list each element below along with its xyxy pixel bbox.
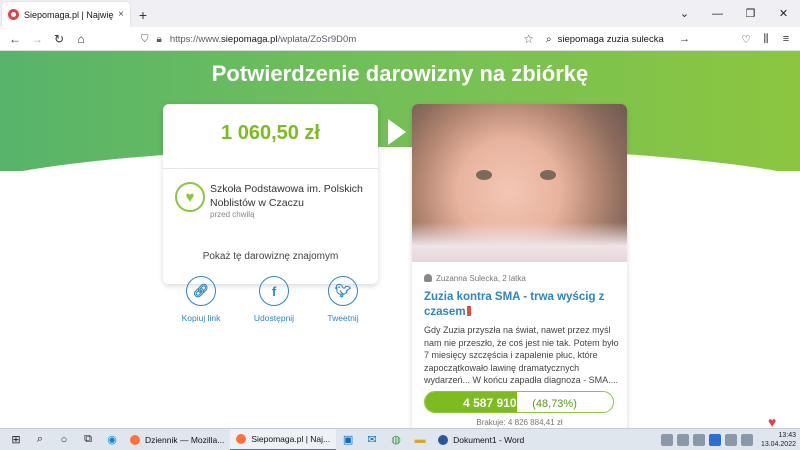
page-title: Potwierdzenie darowizny na zbiórkę	[211, 61, 589, 86]
file-explorer-icon[interactable]: ▬	[408, 429, 432, 450]
siepomaga-badge-icon[interactable]: ♥	[768, 414, 794, 428]
tab-title: Siepomaga.pl | Największy w P	[24, 9, 114, 20]
organization-name[interactable]: Szkoła Podstawowa im. Polskich Noblistów…	[210, 182, 370, 210]
clock-date: 13.04.2022	[760, 441, 796, 448]
network-icon[interactable]	[724, 434, 737, 446]
photo-eye-left	[476, 170, 492, 180]
tab-siepomaga[interactable]: Siepomaga.pl | Największy w P ×	[2, 2, 130, 27]
chrome-icon[interactable]: ◍	[384, 429, 408, 450]
facebook-icon: f	[259, 276, 289, 306]
close-window-icon[interactable]: ✕	[767, 0, 800, 27]
cortana-icon[interactable]: ○	[52, 429, 76, 450]
url-path: /wplata/ZoSr9D0m	[277, 33, 357, 45]
search-query: siepomaga zuzia sulecka	[557, 33, 664, 45]
author-name: Zuzanna Sulecka, 2 latka	[436, 274, 526, 283]
url-prefix: https://www.	[169, 33, 222, 45]
maximize-icon[interactable]: ❐	[734, 0, 767, 27]
lock-icon[interactable]: 🔒︎	[157, 34, 162, 45]
taskbar-app-word[interactable]: Dokument1 - Word	[432, 429, 530, 450]
new-tab-button[interactable]: +	[130, 2, 156, 27]
edge-icon[interactable]: ◉	[100, 429, 124, 450]
person-icon	[424, 274, 432, 282]
missing-amount: Brakuje: 4 826 884,41 zł	[476, 418, 563, 427]
copy-link-label: Kopiuj link	[181, 313, 221, 323]
progress-text: 4 587 910 zł (48,73%)	[425, 396, 613, 410]
raised-amount: 4 587 910 zł	[463, 396, 530, 410]
taskbar-app-label: Siepomaga.pl | Naj...	[251, 433, 331, 444]
windows-start-icon[interactable]: ⊞	[4, 429, 28, 450]
home-icon[interactable]: ⌂	[70, 28, 92, 50]
library-icon[interactable]: ⫼	[756, 29, 776, 49]
firefox-icon	[236, 433, 247, 444]
taskbar-app-firefox-dziennik[interactable]: Dziennik — Mozilla...	[124, 429, 230, 450]
campaign-description: Gdy Zuzia przyszła na świat, nawet przez…	[424, 325, 619, 385]
hero-curve	[0, 147, 800, 287]
twitter-share-button[interactable]: 🐦︎ Tweetnij	[313, 276, 373, 323]
forward-arrow-icon[interactable]: →	[26, 28, 48, 50]
url-bar[interactable]: ⛉ 🔒︎ https://www. siepomaga.pl/wplata/ZoS…	[123, 29, 538, 49]
donation-amount: 1 060,50 zł	[221, 122, 320, 144]
raised-percent: (48,73%)	[532, 398, 577, 410]
tray-app-icon[interactable]	[692, 434, 705, 446]
bluetooth-icon[interactable]	[708, 434, 721, 446]
volume-icon[interactable]	[740, 434, 753, 446]
back-arrow-icon[interactable]: ←	[4, 28, 26, 50]
copy-link-button[interactable]: 🔗︎ Kopiuj link	[171, 276, 231, 323]
windows-taskbar: ⊞ ⌕ ○ ⧉ ◉ Dziennik — Mozilla... Siepomag…	[0, 428, 800, 450]
toolbar-right: ♡ ⫼ ≡	[736, 29, 796, 49]
tray-app-icon[interactable]	[660, 434, 673, 446]
campaign-photo[interactable]	[412, 104, 627, 262]
share-title: Pokaż tę darowiznę znajomym	[202, 251, 339, 262]
photo-clothing	[412, 222, 627, 262]
word-icon	[438, 434, 449, 445]
search-icon[interactable]: ⌕	[28, 429, 52, 450]
organization-heart-icon: ♥	[175, 182, 205, 212]
campaign-author: Zuzanna Sulecka, 2 latka	[424, 274, 526, 283]
twitter-icon: 🐦︎	[328, 276, 358, 306]
pocket-icon[interactable]: ♡	[736, 29, 756, 49]
photo-eye-right	[540, 170, 556, 180]
twitter-share-label: Tweetnij	[327, 313, 359, 323]
page-content: Potwierdzenie darowizny na zbiórkę 1 060…	[0, 51, 800, 428]
search-icon: ⌕	[546, 33, 552, 45]
facebook-share-button[interactable]: f Udostępnij	[244, 276, 304, 323]
campaign-card[interactable]: Zuzanna Sulecka, 2 latka Zuzia kontra SM…	[412, 104, 627, 428]
link-icon: 🔗︎	[186, 276, 216, 306]
bookmark-star-icon[interactable]: ☆	[523, 32, 534, 46]
store-icon[interactable]: ▣	[336, 429, 360, 450]
menu-icon[interactable]: ≡	[776, 29, 796, 49]
divider	[163, 168, 378, 169]
clock-time: 13:43	[778, 432, 796, 439]
cursor-marker	[466, 306, 471, 316]
tray-app-icon[interactable]	[676, 434, 689, 446]
search-go-icon[interactable]: →	[679, 33, 690, 45]
minimize-icon[interactable]: —	[701, 0, 734, 27]
mail-icon[interactable]: ✉	[360, 429, 384, 450]
search-bar[interactable]: ⌕ siepomaga zuzia sulecka →	[540, 29, 692, 49]
task-view-icon[interactable]: ⧉	[76, 429, 100, 450]
campaign-title-text: Zuzia kontra SMA - trwa wyścig z czasem	[424, 291, 605, 318]
donation-time: przed chwilą	[210, 210, 255, 219]
tab-strip: Siepomaga.pl | Największy w P × + ⌄ — ❐ …	[0, 0, 800, 27]
system-tray: 13:43 13.04.2022	[659, 429, 800, 450]
taskbar-app-label: Dokument1 - Word	[453, 434, 525, 445]
reload-icon[interactable]: ↻	[48, 28, 70, 50]
shield-icon[interactable]: ⛉	[141, 34, 149, 45]
arrow-right-icon	[388, 119, 406, 145]
taskbar-app-label: Dziennik — Mozilla...	[145, 434, 225, 445]
facebook-share-label: Udostępnij	[253, 313, 295, 323]
firefox-icon	[130, 434, 140, 445]
clock[interactable]: 13:43 13.04.2022	[761, 431, 796, 449]
siepomaga-favicon-icon	[8, 9, 19, 20]
window-controls: ⌄ — ❐ ✕	[668, 0, 800, 27]
navigation-bar: ← → ↻ ⌂ ⛉ 🔒︎ https://www. siepomaga.pl/wp…	[0, 27, 800, 51]
dropdown-icon[interactable]: ⌄	[668, 0, 701, 27]
taskbar-app-firefox-siepomaga[interactable]: Siepomaga.pl | Naj...	[230, 428, 337, 450]
url-domain: siepomaga.pl	[221, 33, 278, 45]
campaign-title[interactable]: Zuzia kontra SMA - trwa wyścig z czasem	[424, 290, 620, 320]
funding-progress-bar: 4 587 910 zł (48,73%)	[424, 391, 614, 413]
close-tab-icon[interactable]: ×	[118, 9, 124, 20]
